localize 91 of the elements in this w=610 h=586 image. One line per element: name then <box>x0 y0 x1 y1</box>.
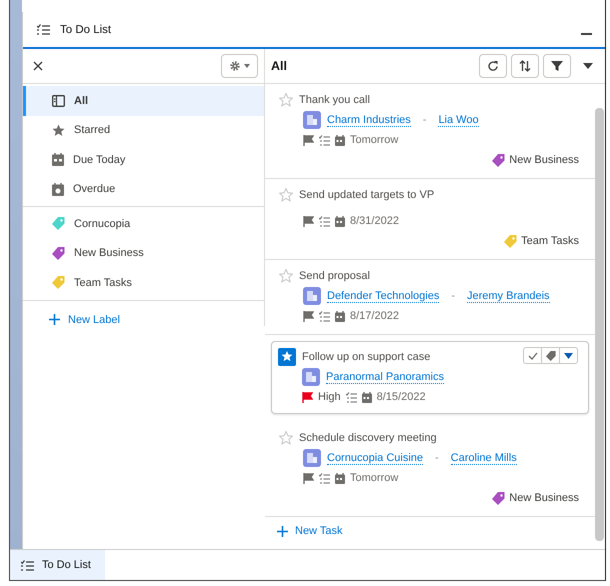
plus-icon <box>49 314 60 325</box>
sidebar-item[interactable]: Overdue <box>23 174 264 204</box>
caret-icon <box>583 63 593 69</box>
checklist-icon <box>319 216 330 226</box>
settings-icon <box>229 60 241 72</box>
star-icon <box>279 93 293 107</box>
building-icon <box>302 368 320 386</box>
star-toggle[interactable] <box>279 188 293 202</box>
caret-icon <box>244 64 250 68</box>
list-icon <box>37 24 50 35</box>
account-link[interactable]: Cornucopia Cuisine <box>327 452 423 464</box>
due-date: 8/17/2022 <box>350 310 399 322</box>
due-date: 8/15/2022 <box>376 391 426 403</box>
close-icon <box>33 61 43 71</box>
checklist-icon <box>319 472 330 484</box>
close-button[interactable] <box>33 61 43 71</box>
sidebar-item[interactable]: Starred <box>23 116 264 145</box>
task-label: New Business <box>509 154 579 166</box>
sort-icon <box>519 60 531 72</box>
separator-dash: - <box>450 290 456 302</box>
sidebar-item[interactable]: Cornucopia <box>23 209 264 238</box>
window-title: To Do List <box>60 24 112 36</box>
task-title[interactable]: Send proposal <box>299 270 370 282</box>
star-icon <box>279 431 293 445</box>
tag-icon <box>546 350 556 360</box>
account-link[interactable]: Defender Technologies <box>327 290 440 302</box>
task-title[interactable]: Thank you call <box>299 94 370 106</box>
footer-tab[interactable]: To Do List <box>10 550 105 580</box>
due-date: 8/31/2022 <box>350 215 399 227</box>
separator-dash: - <box>422 114 428 126</box>
filter-button[interactable] <box>543 54 571 78</box>
contact-link[interactable]: Jeremy Brandeis <box>467 290 550 302</box>
calendar-icon <box>335 134 345 146</box>
new-label-link[interactable]: New Label <box>23 300 264 326</box>
task-card[interactable]: Follow up on support case Paranormal Panoramics High 8/15/2022 <box>271 341 589 414</box>
calendar-icon <box>335 310 345 322</box>
task-title[interactable]: Schedule discovery meeting <box>299 432 437 444</box>
sidebar-item[interactable]: All <box>23 86 264 116</box>
flag-icon <box>303 310 314 322</box>
panel-icon <box>52 94 65 107</box>
calendar-icon <box>52 182 64 196</box>
star-icon <box>279 188 293 202</box>
contact-link[interactable]: Caroline Mills <box>450 452 517 464</box>
account-link[interactable]: Paranormal Panoramics <box>326 370 444 384</box>
priority-text: High <box>318 391 341 403</box>
star-toggle[interactable] <box>279 93 293 107</box>
plus-icon <box>277 526 288 536</box>
sidebar-item[interactable]: Team Tasks <box>23 268 264 298</box>
checklist-icon <box>346 392 357 402</box>
checklist-icon <box>319 310 330 322</box>
flag-icon <box>302 392 313 402</box>
flag-icon <box>303 134 314 146</box>
complete-button[interactable] <box>523 347 542 364</box>
building-icon <box>303 111 321 129</box>
checklist-icon <box>21 560 34 570</box>
star-toggle[interactable] <box>279 431 293 445</box>
flag-icon <box>303 216 314 226</box>
new-task-link[interactable]: New Task <box>265 517 595 545</box>
calendar-icon <box>335 472 345 484</box>
task-label: Team Tasks <box>521 235 579 247</box>
refresh-button[interactable] <box>479 54 507 78</box>
label-button[interactable] <box>541 347 560 364</box>
flag-icon <box>303 472 314 484</box>
building-icon <box>303 449 321 467</box>
star-toggle[interactable] <box>278 348 296 366</box>
list-heading: All <box>271 59 288 73</box>
check-icon <box>528 352 538 360</box>
separator-dash: - <box>434 452 440 464</box>
settings-button[interactable] <box>221 54 258 78</box>
due-date: Tomorrow <box>350 134 398 146</box>
calendar-icon <box>335 216 345 226</box>
account-link[interactable]: Charm Industries <box>327 114 411 126</box>
caret-icon <box>564 352 573 358</box>
refresh-icon <box>487 60 499 72</box>
sidebar-item[interactable]: New Business <box>23 238 264 268</box>
due-date: Tomorrow <box>350 472 398 484</box>
building-icon <box>303 287 321 305</box>
star-toggle[interactable] <box>279 269 293 283</box>
task-label: New Business <box>509 492 579 504</box>
task-title[interactable]: Send updated targets to VP <box>299 189 434 201</box>
sort-button[interactable] <box>511 54 539 78</box>
star-icon <box>52 124 65 137</box>
checklist-icon <box>319 134 330 146</box>
calendar-icon <box>52 153 64 166</box>
sidebar-item[interactable]: Due Today <box>23 145 264 174</box>
filter-icon <box>551 60 563 72</box>
contact-link[interactable]: Lia Woo <box>438 114 479 126</box>
star-icon <box>279 269 293 283</box>
task-title[interactable]: Follow up on support case <box>302 351 430 363</box>
menu-button[interactable] <box>559 347 578 364</box>
calendar-icon <box>362 392 372 402</box>
